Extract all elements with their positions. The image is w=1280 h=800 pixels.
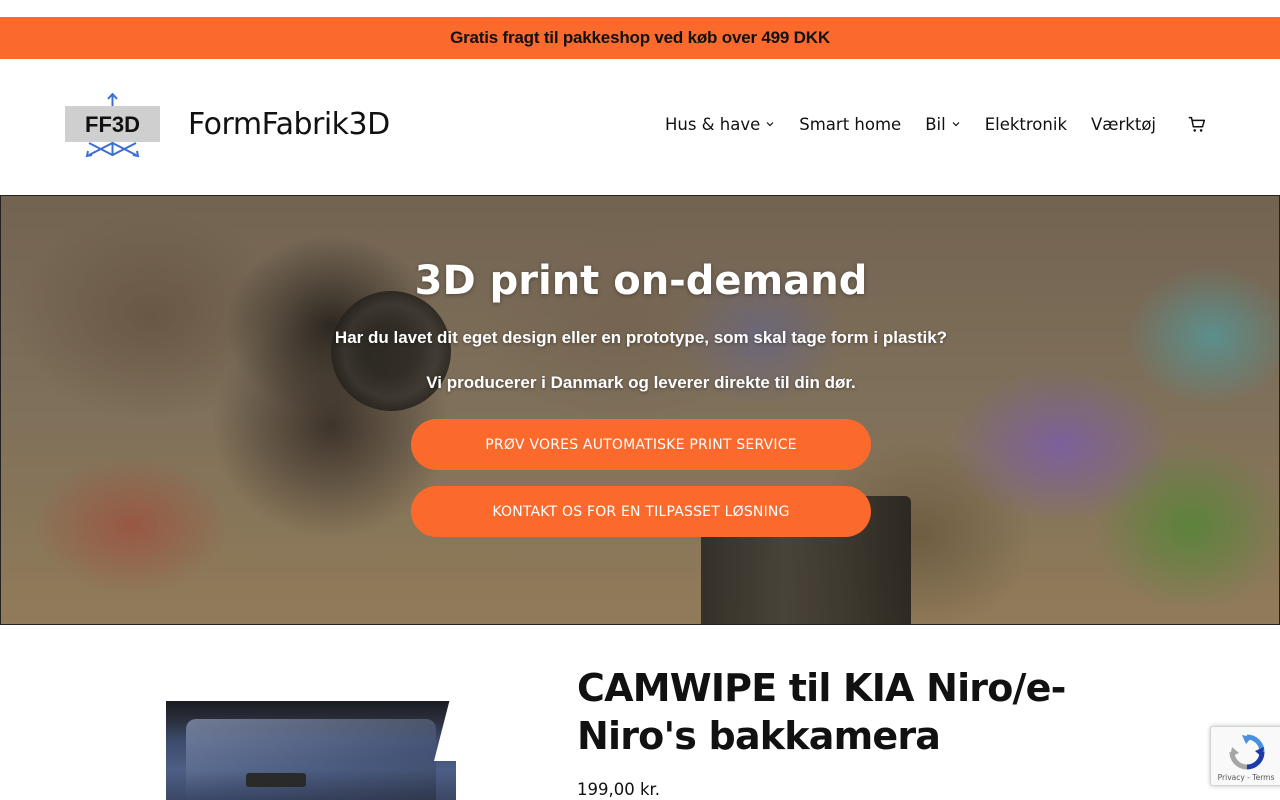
chevron-down-icon bbox=[766, 122, 774, 127]
nav-label: Hus & have bbox=[664, 114, 761, 134]
nav-item-vaerktoej[interactable]: Værktøj bbox=[1091, 115, 1156, 134]
announcement-bar: Gratis fragt til pakkeshop ved køb over … bbox=[0, 17, 1280, 59]
site-header: FF3D FormFabrik3D Hus & have Smart home … bbox=[0, 59, 1280, 195]
hero-paragraph: Har du lavet dit eget design eller en pr… bbox=[334, 328, 948, 347]
hero-banner: 3D print on-demand Har du lavet dit eget… bbox=[0, 195, 1280, 625]
nav-label: Værktøj bbox=[1091, 114, 1156, 134]
announcement-text: Gratis fragt til pakkeshop ved køb over … bbox=[450, 28, 830, 47]
logo-graphic: FF3D bbox=[65, 92, 160, 158]
product-title: CAMWIPE til KIA Niro/e-Niro's bakkamera bbox=[577, 666, 1066, 758]
recaptcha-badge[interactable]: Privacy - Terms bbox=[1210, 726, 1280, 786]
nav-item-bil[interactable]: Bil bbox=[925, 115, 961, 134]
site-title[interactable]: FormFabrik3D bbox=[188, 107, 390, 142]
product-image-edge bbox=[434, 701, 456, 761]
nav-item-smart-home[interactable]: Smart home bbox=[799, 115, 901, 134]
recaptcha-icon bbox=[1229, 734, 1265, 770]
print-service-button[interactable]: PRØV VORES AUTOMATISKE PRINT SERVICE bbox=[411, 419, 871, 470]
nav-label: Smart home bbox=[799, 114, 902, 134]
nav-label: Elektronik bbox=[984, 114, 1068, 134]
hero-paragraph: Vi producerer i Danmark og leverer direk… bbox=[426, 373, 856, 392]
product-price: 199,00 kr. bbox=[577, 780, 661, 799]
hero-content: 3D print on-demand Har du lavet dit eget… bbox=[1, 196, 1279, 624]
contact-button[interactable]: KONTAKT OS FOR EN TILPASSET LØSNING bbox=[411, 486, 871, 537]
product-image-wiper bbox=[246, 773, 306, 787]
chevron-down-icon bbox=[952, 122, 960, 127]
logo-text: FF3D bbox=[85, 112, 140, 137]
cart-icon[interactable] bbox=[1186, 113, 1208, 135]
main-nav: Hus & have Smart home Bil Elektronik Vær… bbox=[665, 113, 1208, 135]
hero-title: 3D print on-demand bbox=[414, 258, 868, 304]
product-image-window bbox=[186, 719, 436, 800]
site-logo[interactable]: FF3D bbox=[65, 92, 160, 159]
product-image[interactable] bbox=[166, 701, 456, 800]
nav-item-hus-have[interactable]: Hus & have bbox=[665, 115, 775, 134]
recaptcha-links[interactable]: Privacy - Terms bbox=[1211, 773, 1280, 782]
nav-item-elektronik[interactable]: Elektronik bbox=[985, 115, 1067, 134]
nav-label: Bil bbox=[925, 114, 946, 134]
